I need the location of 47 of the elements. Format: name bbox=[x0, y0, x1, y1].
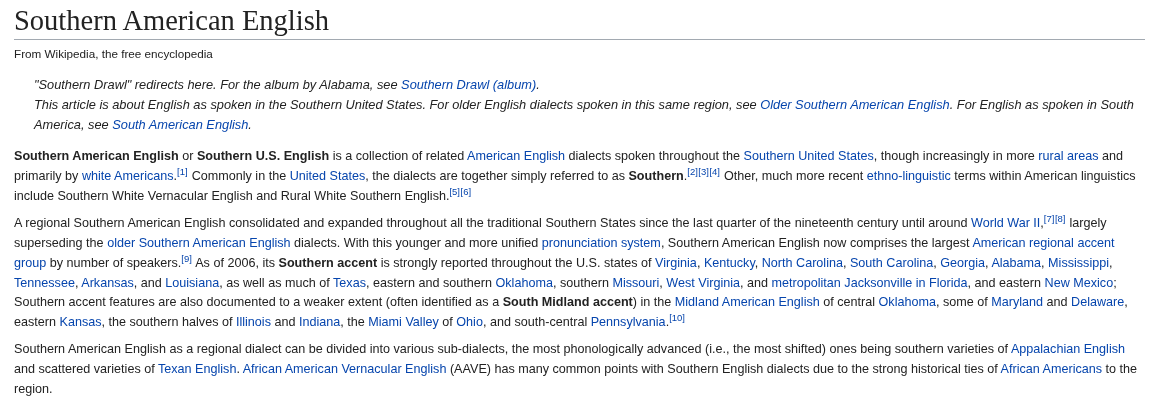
link[interactable]: American English bbox=[467, 149, 566, 164]
link[interactable]: Kansas bbox=[59, 315, 102, 330]
link[interactable]: Miami Valley bbox=[368, 315, 439, 330]
link[interactable]: pronunciation system bbox=[541, 235, 661, 250]
tagline: From Wikipedia, the free encyclopedia bbox=[14, 47, 214, 61]
link[interactable]: Older Southern American English bbox=[760, 97, 950, 113]
link[interactable]: Tennessee bbox=[14, 275, 75, 290]
link[interactable]: Virginia bbox=[655, 255, 697, 270]
link[interactable]: metropolitan Jacksonville in Florida bbox=[771, 275, 968, 290]
footnote-link[interactable]: [10] bbox=[669, 312, 685, 324]
paragraph: A regional Southern American English consolidated and expanded throughout all the traditional Southern States since the last quarter of the nineteenth century until around World War II,$^{[7]}$$^{[8]}$ largely superseding the older Southern American English dialects. With this younger and more unified pronunciation system, Southern American English now comprises the largest American regional accent group by number of speakers.$^{[9]}$ As of 2006, its Southern accent is strongly reported throughout the U.S. states of Virginia, Kentucky, North Carolina, South Carolina, Georgia, Alabama, Mississippi, Tennessee, Arkansas, and Louisiana, as well as much of Texas, eastern and southern Oklahoma, southern Missouri, West Virginia, and metropolitan Jacksonville in Florida, and eastern New Mexico; Southern accent features are also documented to a weaker extent (often identified as a South Midland accent) in the Midland American English of central Oklahoma, some of Maryland and Delaware, eastern Kansas, the southern halves of Illinois and Indiana, the Miami Valley of Ohio, and south-central Pennsylvania.$^{[10]}$ bbox=[14, 213, 1129, 332]
footnote-link[interactable]: [6] bbox=[460, 185, 472, 197]
link[interactable]: group bbox=[14, 255, 47, 270]
footnote-link[interactable]: [3] bbox=[698, 165, 709, 177]
link[interactable]: Mississippi bbox=[1048, 255, 1109, 270]
link[interactable]: Oklahoma bbox=[878, 295, 936, 310]
footnote-link[interactable]: [5] bbox=[449, 185, 460, 197]
link[interactable]: Ohio bbox=[456, 315, 483, 330]
article-title: Southern American English bbox=[14, 0, 1145, 41]
footnote-link[interactable]: [9] bbox=[181, 252, 192, 264]
link[interactable]: Pennsylvania bbox=[590, 315, 666, 330]
link[interactable]: American regional accent bbox=[972, 235, 1115, 250]
link[interactable]: North Carolina bbox=[761, 255, 843, 270]
link[interactable]: World War II bbox=[971, 216, 1041, 230]
hatnote: This article is about English as spoken in the Southern United States. For older English dialects spoken in this same region, see Older Southern American English. For English as spoken in South America, see South American English. bbox=[34, 96, 1135, 135]
link[interactable]: Illinois bbox=[235, 315, 271, 330]
footnote-link[interactable]: [7] bbox=[1043, 212, 1055, 224]
hatnote: "Southern Drawl" redirects here. For the album by Alabama, see Southern Drawl (album). bbox=[34, 76, 541, 95]
link[interactable]: rural areas bbox=[1038, 149, 1099, 164]
link[interactable]: white Americans bbox=[81, 169, 174, 184]
link[interactable]: ethno-linguistic bbox=[866, 169, 951, 184]
link[interactable]: Southern United States bbox=[743, 149, 874, 164]
footnote-link[interactable]: [1] bbox=[177, 165, 188, 177]
link[interactable]: Maryland bbox=[991, 295, 1044, 310]
link[interactable]: Appalachian English bbox=[1010, 342, 1125, 357]
link[interactable]: Kentucky bbox=[703, 255, 755, 270]
link[interactable]: African Americans bbox=[1000, 361, 1103, 376]
footnote-link[interactable]: [8] bbox=[1054, 212, 1066, 224]
link[interactable]: Texas bbox=[333, 275, 366, 290]
link[interactable]: Oklahoma bbox=[495, 275, 553, 290]
link[interactable]: African American Vernacular English bbox=[242, 361, 447, 376]
link[interactable]: older Southern American English bbox=[107, 235, 291, 250]
footnote-link[interactable]: [4] bbox=[709, 165, 720, 177]
footnote-link[interactable]: [2] bbox=[687, 165, 698, 177]
paragraph: Southern American English as a regional dialect can be divided into various sub-dialects, the most phonologically advanced (i.e., the most shifted) ones being southern varieties of Appalachian English and scattered varieties of Texan English. African American Vernacular English (AAVE) has many common points with Southern English dialects due to the strong historical ties of African Americans to the region. bbox=[14, 341, 1139, 398]
link[interactable]: Midland American English bbox=[674, 295, 820, 310]
link[interactable]: Arkansas bbox=[81, 275, 134, 290]
